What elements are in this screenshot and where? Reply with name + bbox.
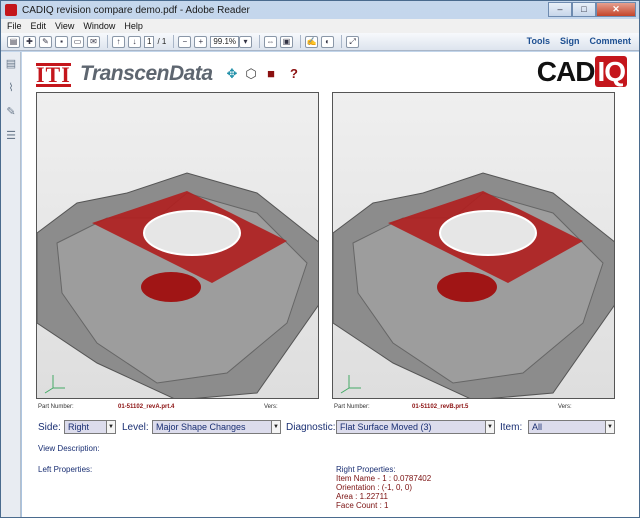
side-label: Side: — [38, 422, 61, 433]
toolbar-links: Tools Sign Comment — [517, 36, 631, 46]
left-vers-label: Vers: — [264, 404, 278, 410]
right-part-number-label: Part Number: — [334, 404, 370, 410]
right-property-line: Area : 1.22711 — [336, 492, 388, 501]
highlight-icon[interactable]: ◐ — [321, 35, 335, 48]
close-button[interactable]: ✕ — [596, 2, 636, 17]
chevron-down-icon: ▼ — [106, 421, 115, 433]
edit-icon[interactable]: ✎ — [39, 35, 52, 48]
right-part-number: 01-51102_revB.prt.5 — [412, 404, 469, 410]
create-pdf-icon[interactable]: ✚ — [23, 35, 36, 48]
menu-help[interactable]: Help — [124, 21, 143, 31]
chevron-down-icon: ▼ — [271, 421, 280, 433]
diagnostic-select[interactable]: Flat Surface Moved (3) ▼ — [336, 420, 495, 434]
fit-width-icon[interactable]: ⇔ — [264, 35, 278, 48]
move-view-icon[interactable]: ✥ — [225, 67, 239, 81]
fullscreen-icon[interactable]: ⤢ — [346, 35, 360, 48]
zoom-in-icon[interactable]: + — [194, 35, 208, 48]
item-label: Item: — [500, 422, 523, 433]
left-part-number: 01-51102_revA.prt.4 — [118, 404, 175, 410]
item-select[interactable]: All ▼ — [528, 420, 615, 434]
sign-link[interactable]: Sign — [560, 36, 580, 46]
right-properties-heading: Right Properties: — [336, 465, 396, 474]
right-property-line: Item Name - 1 : 0.0787402 — [336, 474, 432, 483]
pdf-document: ITI TranscenData ✥ ⬡ ■ ? CAD IQ Part Num… — [22, 52, 639, 517]
print-icon[interactable]: ▭ — [71, 35, 84, 48]
page-number-input[interactable]: 1 — [144, 35, 155, 48]
help-icon[interactable]: ? — [287, 67, 301, 81]
side-select[interactable]: Right ▼ — [64, 420, 116, 434]
toolbar-divider — [341, 35, 343, 48]
previous-page-icon[interactable]: ↑ — [112, 35, 125, 48]
toolbar-divider — [300, 35, 302, 48]
cadiq-logo: CAD IQ — [536, 56, 627, 87]
right-3d-viewer[interactable] — [332, 92, 615, 399]
chevron-down-icon: ▼ — [485, 421, 494, 433]
zoom-out-icon[interactable]: − — [178, 35, 192, 48]
toolbar-divider — [173, 35, 175, 48]
menu-window[interactable]: Window — [83, 21, 115, 31]
menu-view[interactable]: View — [55, 21, 74, 31]
right-model-render — [333, 172, 614, 398]
right-property-line: Orientation : (-1, 0, 0) — [336, 483, 413, 492]
save-icon[interactable]: ▪ — [55, 35, 68, 48]
tools-link[interactable]: Tools — [527, 36, 550, 46]
view-description-label: View Description: — [38, 444, 100, 453]
window-title: CADIQ revision compare demo.pdf - Adobe … — [22, 4, 250, 16]
left-3d-viewer[interactable] — [36, 92, 319, 399]
adobe-reader-icon — [5, 4, 17, 16]
title-bar: CADIQ revision compare demo.pdf - Adobe … — [1, 1, 639, 19]
toolbar-divider — [259, 35, 261, 48]
comment-icon[interactable]: ✍ — [305, 35, 319, 48]
pages-panel-icon[interactable]: ▤ — [5, 58, 17, 70]
menu-edit[interactable]: Edit — [31, 21, 47, 31]
chevron-down-icon: ▼ — [605, 421, 614, 433]
bookmarks-icon[interactable]: ☰ — [5, 130, 17, 142]
fit-page-icon[interactable]: ▣ — [280, 35, 294, 48]
document-header: ITI TranscenData ✥ ⬡ ■ ? CAD IQ — [22, 52, 639, 90]
left-properties-label: Left Properties: — [38, 465, 93, 474]
right-property-line: Face Count : 1 — [336, 501, 389, 510]
minimize-button[interactable]: – — [548, 2, 572, 17]
next-page-icon[interactable]: ↓ — [128, 35, 141, 48]
diagnostic-label: Diagnostic: — [286, 422, 336, 433]
left-part-number-label: Part Number: — [38, 404, 74, 410]
level-select[interactable]: Major Shape Changes ▼ — [152, 420, 281, 434]
reader-window: CADIQ revision compare demo.pdf - Adobe … — [0, 0, 640, 518]
page-total: / 1 — [157, 37, 167, 46]
wireframe-cube-icon[interactable]: ⬡ — [244, 67, 258, 81]
window-controls: – □ ✕ — [548, 2, 636, 17]
toolbar: ▤ ✚ ✎ ▪ ▭ ✉ ↑ ↓ 1 / 1 − + 99.1% ▾ ⇔ ▣ ✍ … — [1, 33, 639, 51]
email-icon[interactable]: ✉ — [87, 35, 100, 48]
transcendata-logo: TranscenData — [80, 62, 213, 85]
maximize-button[interactable]: □ — [572, 2, 596, 17]
right-vers-label: Vers: — [558, 404, 572, 410]
attachments-icon[interactable]: ⌇ — [5, 82, 17, 94]
iti-logo: ITI — [36, 62, 71, 87]
right-properties: Right Properties: Item Name - 1 : 0.0787… — [336, 465, 431, 510]
zoom-level-input[interactable]: 99.1% — [210, 35, 240, 48]
toolbar-divider — [107, 35, 108, 48]
left-model-render — [37, 172, 318, 398]
menu-file[interactable]: File — [7, 21, 22, 31]
zoom-dropdown-icon[interactable]: ▾ — [239, 35, 253, 48]
signatures-icon[interactable]: ✎ — [5, 106, 17, 118]
shaded-cube-icon[interactable]: ■ — [264, 67, 278, 81]
open-file-icon[interactable]: ▤ — [7, 35, 20, 48]
navigation-pane: ▤ ⌇ ✎ ☰ — [1, 52, 21, 517]
level-label: Level: — [122, 422, 149, 433]
comment-link[interactable]: Comment — [589, 36, 631, 46]
menu-bar: File Edit View Window Help — [1, 19, 639, 33]
